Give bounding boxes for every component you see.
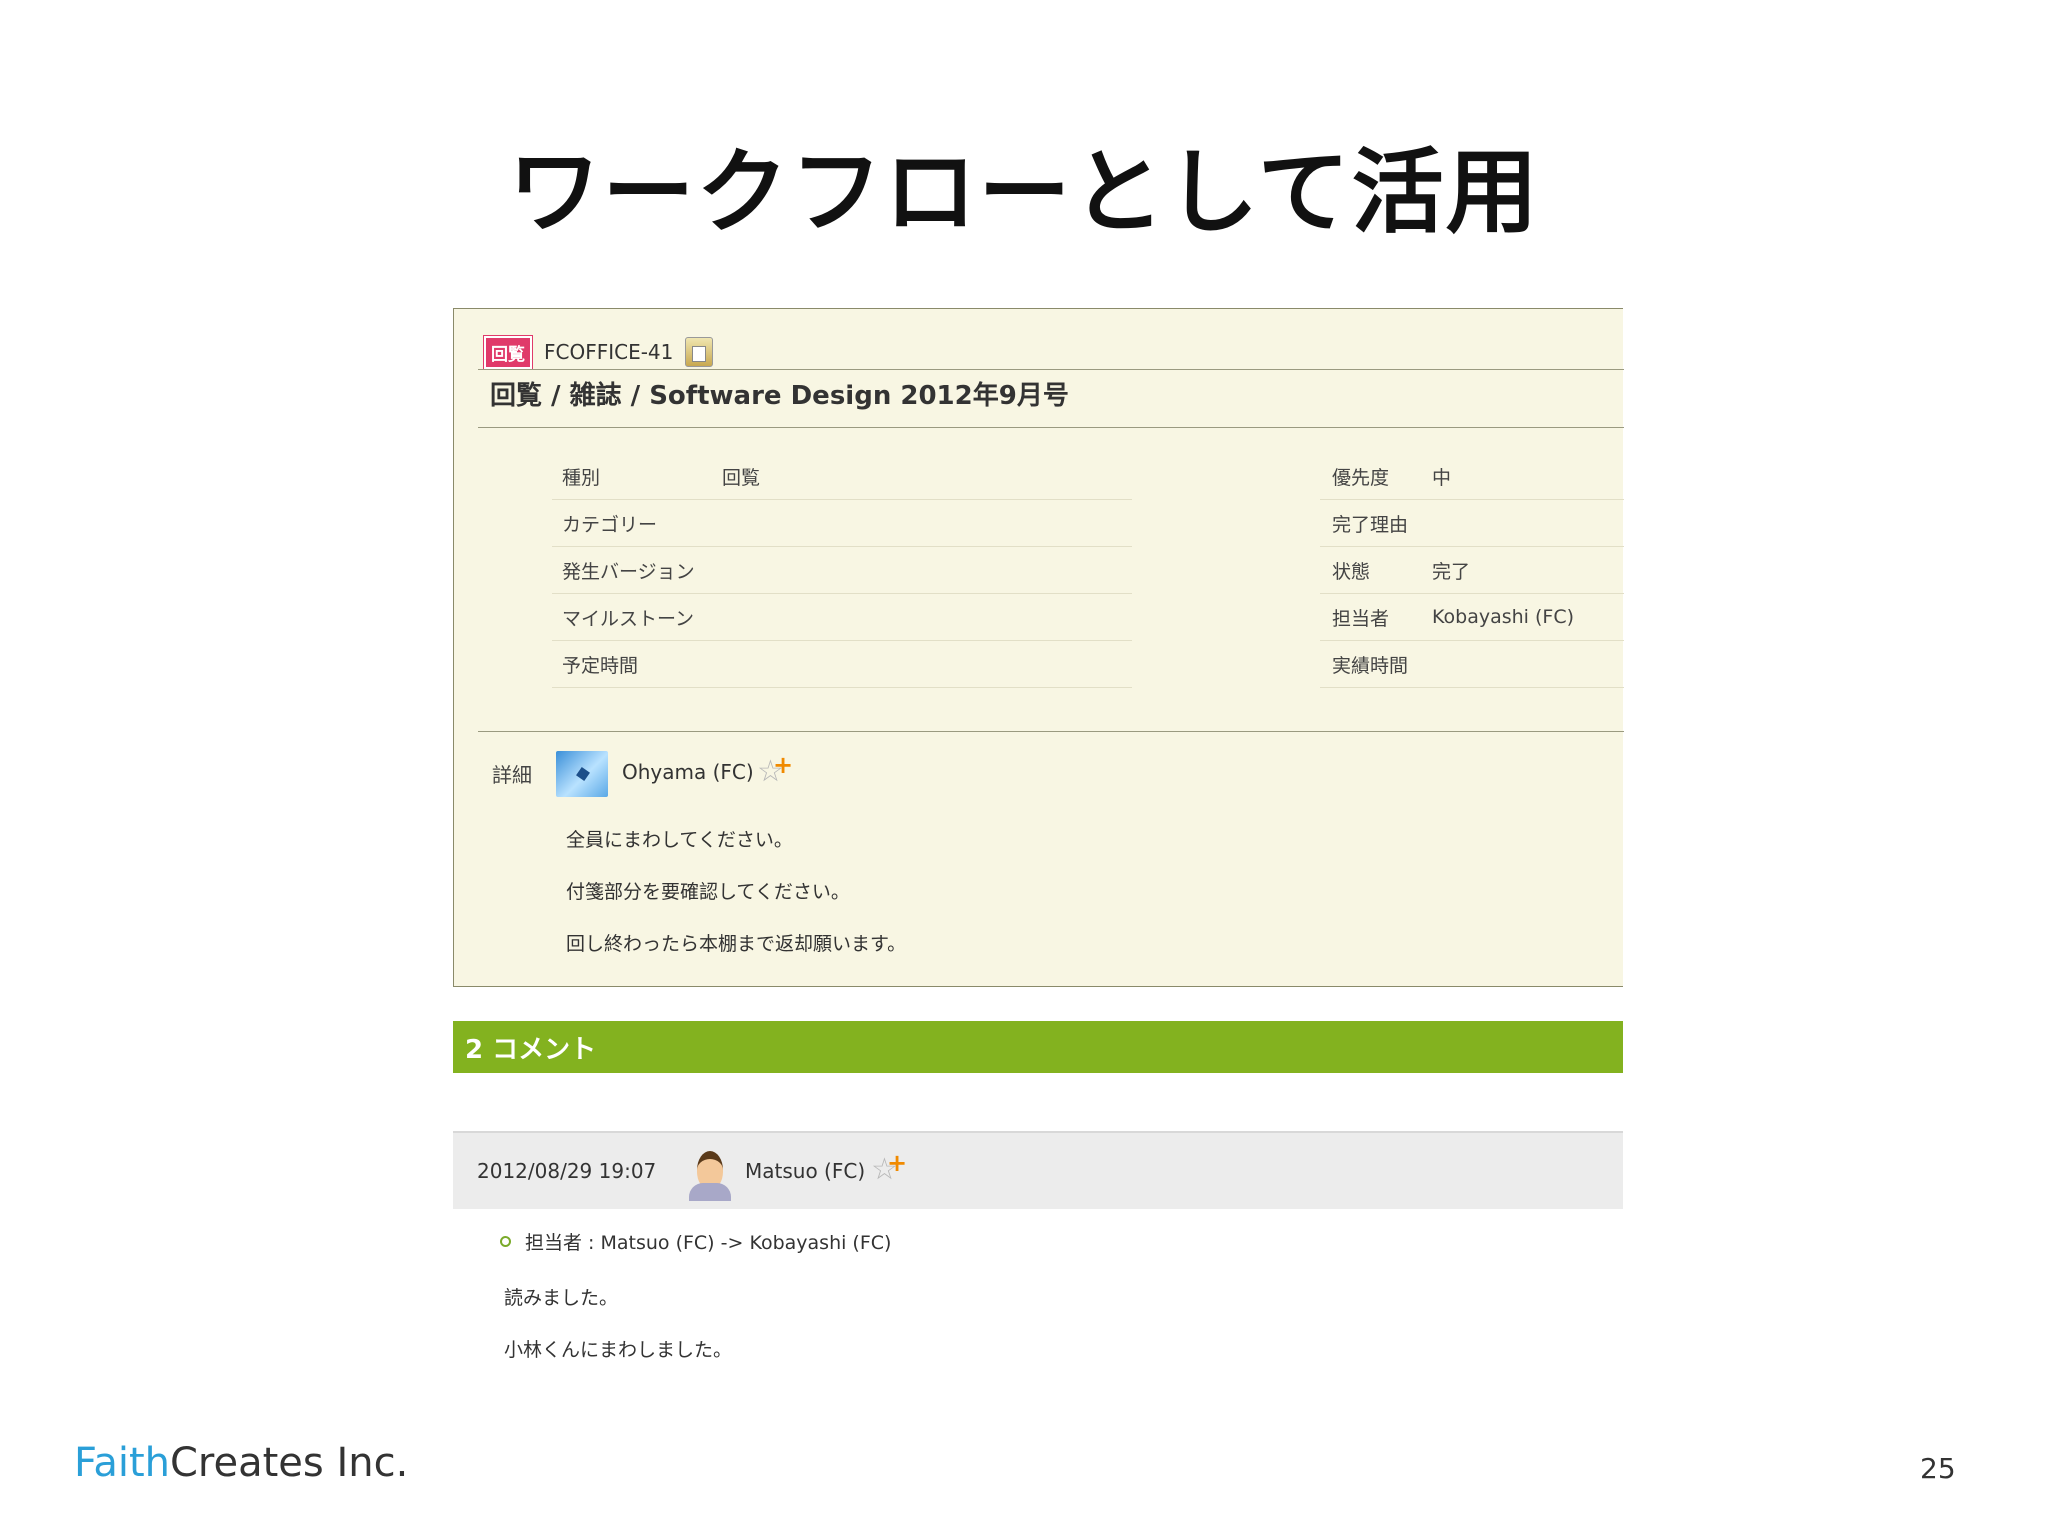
company-brand: FaithCreates Inc. xyxy=(74,1440,408,1486)
brand-rest: Creates Inc. xyxy=(170,1440,409,1486)
comment-header: 2012/08/29 19:07 Matsuo (FC) ☆ + xyxy=(453,1131,1623,1209)
field-row-category: カテゴリー xyxy=(552,500,1132,547)
page-number: 25 xyxy=(1920,1452,1956,1485)
divider xyxy=(478,427,1624,428)
field-row-actual-time: 実績時間 xyxy=(1320,641,1624,688)
divider xyxy=(478,369,1624,370)
field-label: 実績時間 xyxy=(1332,654,1409,677)
field-row-priority: 優先度 中 xyxy=(1320,453,1624,500)
field-label: マイルストーン xyxy=(562,607,695,630)
field-value: 回覧 xyxy=(722,466,761,489)
change-text: 担当者 : Matsuo (FC) -> Kobayashi (FC) xyxy=(525,1232,892,1254)
ticket-type-badge: 回覧 xyxy=(483,334,533,370)
field-label: 発生バージョン xyxy=(562,560,695,583)
comments-header: 2 コメント xyxy=(453,1021,1623,1073)
comment-author[interactable]: Matsuo (FC) xyxy=(745,1159,865,1183)
field-value: 完了 xyxy=(1432,560,1471,583)
field-label: 担当者 xyxy=(1332,607,1390,630)
brand-accent: Faith xyxy=(74,1440,170,1486)
divider xyxy=(478,731,1624,732)
comment-date: 2012/08/29 19:07 xyxy=(477,1159,657,1183)
comment-line: 小林くんにまわしました。 xyxy=(504,1339,733,1361)
field-row-estimate: 予定時間 xyxy=(552,641,1132,688)
field-row-milestone: マイルストーン xyxy=(552,594,1132,641)
field-value: 中 xyxy=(1432,466,1452,489)
avatar[interactable] xyxy=(685,1147,735,1201)
slide-title: ワークフローとして活用 xyxy=(508,139,1540,246)
star-add-icon[interactable]: ☆ + xyxy=(871,1151,907,1185)
author-name[interactable]: Ohyama (FC) xyxy=(622,760,754,784)
plus-icon: + xyxy=(773,751,794,779)
ticket-panel: 回覧 FCOFFICE-41 回覧 / 雑誌 / Software Design… xyxy=(453,308,1624,987)
ticket-key[interactable]: FCOFFICE-41 xyxy=(544,340,673,364)
detail-label: 詳細 xyxy=(492,763,532,787)
ticket-title: 回覧 / 雑誌 / Software Design 2012年9月号 xyxy=(490,381,1069,411)
field-label: 優先度 xyxy=(1332,466,1390,489)
clipboard-icon[interactable] xyxy=(685,337,714,367)
field-row-version: 発生バージョン xyxy=(552,547,1132,594)
detail-line: 回し終わったら本棚まで返却願います。 xyxy=(566,933,907,955)
detail-line: 付箋部分を要確認してください。 xyxy=(566,881,850,903)
field-row-resolution: 完了理由 xyxy=(1320,500,1624,547)
field-value[interactable]: Kobayashi (FC) xyxy=(1432,606,1574,628)
star-add-icon[interactable]: ☆ + xyxy=(757,753,793,787)
bullet-icon xyxy=(500,1236,511,1247)
detail-line: 全員にまわしてください。 xyxy=(566,829,793,851)
field-label: 予定時間 xyxy=(562,654,639,677)
avatar-body xyxy=(689,1183,731,1201)
comment-line: 読みました。 xyxy=(504,1287,619,1309)
plus-icon: + xyxy=(887,1149,908,1177)
field-row-assignee: 担当者 Kobayashi (FC) xyxy=(1320,594,1624,641)
avatar[interactable] xyxy=(556,751,608,797)
field-label: カテゴリー xyxy=(562,513,658,536)
field-label: 完了理由 xyxy=(1332,513,1409,536)
field-label: 種別 xyxy=(562,466,601,489)
field-label: 状態 xyxy=(1332,560,1371,583)
field-row-status: 状態 完了 xyxy=(1320,547,1624,594)
change-entry: 担当者 : Matsuo (FC) -> Kobayashi (FC) xyxy=(500,1228,891,1255)
field-row-type: 種別 回覧 xyxy=(552,453,1132,500)
